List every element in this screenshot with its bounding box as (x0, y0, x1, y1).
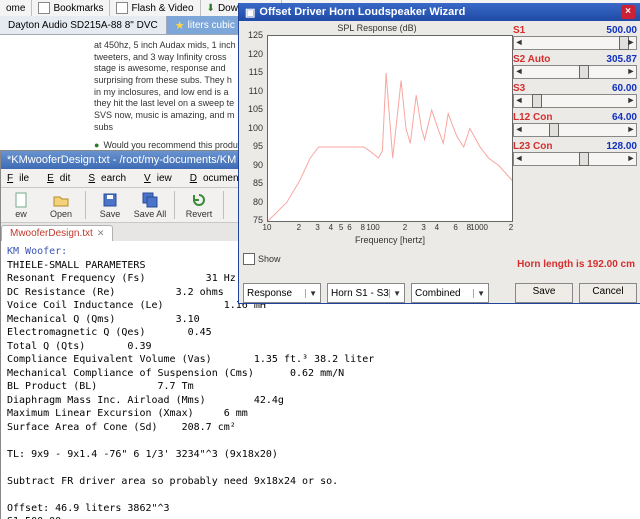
combo-horn[interactable]: Horn S1 - S3▼ (327, 283, 405, 303)
chevron-left-icon[interactable]: ◄ (514, 124, 524, 134)
bookmark-icon (38, 2, 50, 14)
browser-tb-flash[interactable]: Flash & Video (110, 0, 200, 16)
bullet-icon: ● (94, 140, 99, 150)
x-axis-label: Frequency [hertz] (267, 235, 513, 245)
slider-thumb[interactable] (579, 152, 589, 166)
slider-l23-con: L23 Con128.00◄► (513, 141, 637, 166)
flash-icon (116, 2, 128, 14)
checkbox-icon[interactable] (243, 253, 255, 265)
tb-open[interactable]: Open (41, 192, 81, 219)
show-checkbox[interactable]: Show (243, 253, 281, 265)
slider-l12-con: L12 Con64.00◄► (513, 112, 637, 137)
cancel-button[interactable]: Cancel (579, 283, 637, 303)
save-button[interactable]: Save (515, 283, 573, 303)
tb-new[interactable]: ew (1, 192, 41, 219)
slider-thumb[interactable] (579, 65, 589, 79)
chevron-left-icon[interactable]: ◄ (514, 153, 524, 163)
chevron-down-icon: ▼ (389, 289, 401, 298)
slider-s1: S1500.00◄► (513, 25, 637, 50)
slider-panel: S1500.00◄►S2 Auto305.87◄►S360.00◄►L12 Co… (513, 25, 637, 166)
horn-length-label: Horn length is 192.00 cm (517, 259, 635, 270)
tb-save[interactable]: Save (90, 192, 130, 219)
gedit-doc-tab[interactable]: MwooferDesign.txt✕ (1, 225, 113, 241)
chevron-right-icon[interactable]: ► (626, 66, 636, 76)
chevron-down-icon: ▼ (473, 289, 485, 298)
close-icon[interactable]: ✕ (97, 228, 105, 239)
chevron-left-icon[interactable]: ◄ (514, 37, 524, 47)
close-button[interactable]: × (621, 5, 635, 19)
tb-saveall[interactable]: Save All (130, 192, 170, 219)
menu-edit[interactable]: Edit (41, 173, 82, 184)
chevron-down-icon: ▼ (305, 289, 317, 298)
browser-tb-home[interactable]: ome (0, 0, 32, 16)
chevron-right-icon[interactable]: ► (626, 37, 636, 47)
browser-tb-bookmarks[interactable]: Bookmarks (32, 0, 110, 16)
slider-track[interactable]: ◄► (513, 36, 637, 50)
slider-thumb[interactable] (532, 94, 542, 108)
chevron-left-icon[interactable]: ◄ (514, 95, 524, 105)
slider-track[interactable]: ◄► (513, 152, 637, 166)
chevron-right-icon[interactable]: ► (626, 95, 636, 105)
slider-s3: S360.00◄► (513, 83, 637, 108)
app-icon: ▣ (245, 6, 255, 19)
chart-container: SPL Response (dB) 7580859095100105110115… (243, 23, 511, 251)
slider-track[interactable]: ◄► (513, 123, 637, 137)
combo-response[interactable]: Response▼ (243, 283, 321, 303)
chevron-right-icon[interactable]: ► (626, 124, 636, 134)
slider-thumb[interactable] (549, 123, 559, 137)
browser-tab-0[interactable]: Dayton Audio SD215A-88 8" DVC (0, 16, 167, 34)
chevron-right-icon[interactable]: ► (626, 153, 636, 163)
slider-track[interactable]: ◄► (513, 94, 637, 108)
chart-title: SPL Response (dB) (243, 23, 511, 35)
tb-revert[interactable]: Revert (179, 192, 219, 219)
star-icon: ★ (175, 19, 185, 32)
wizard-titlebar[interactable]: ▣ Offset Driver Horn Loudspeaker Wizard … (239, 3, 640, 21)
chevron-left-icon[interactable]: ◄ (514, 66, 524, 76)
wizard-bottom-bar: Response▼ Horn S1 - S3▼ Combined▼ Save C… (243, 281, 637, 305)
slider-s2-auto: S2 Auto305.87◄► (513, 54, 637, 79)
menu-search[interactable]: Search (82, 173, 138, 184)
menu-file[interactable]: File (1, 173, 41, 184)
slider-track[interactable]: ◄► (513, 65, 637, 79)
wizard-window: ▣ Offset Driver Horn Loudspeaker Wizard … (238, 3, 640, 304)
menu-view[interactable]: View (138, 173, 184, 184)
combo-combined[interactable]: Combined▼ (411, 283, 489, 303)
spl-chart (267, 35, 513, 222)
